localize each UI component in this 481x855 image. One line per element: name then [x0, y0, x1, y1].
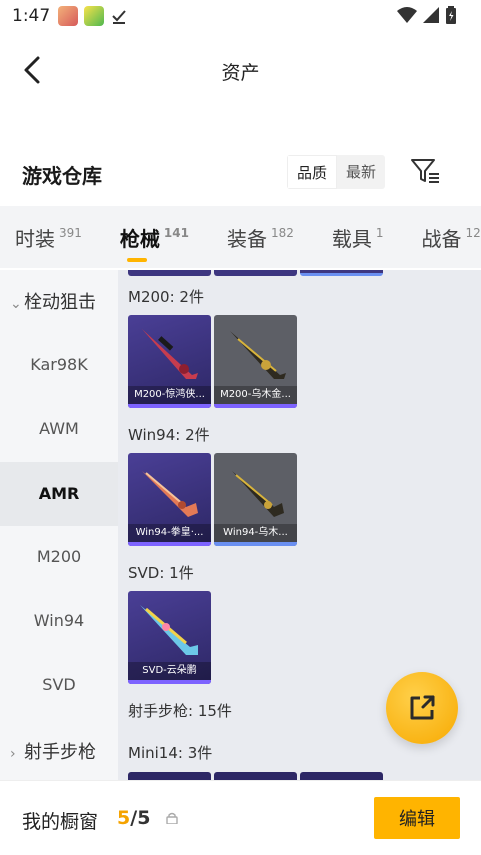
page: 1:47 资产 游戏仓库 品质 最新 时装 391 枪械 141 装备 182 …	[0, 0, 481, 855]
tab-equipment[interactable]: 装备 182	[212, 223, 294, 252]
rarity-bar	[214, 542, 297, 546]
sniper-rifle-icon	[140, 605, 198, 655]
sort-option-newest[interactable]: 最新	[337, 155, 385, 189]
chevron-right-icon: ›	[10, 746, 16, 762]
category-item-selected[interactable]: AMR	[0, 462, 118, 526]
subsection-label: 射手步枪: 15件	[128, 702, 232, 720]
status-time: 1:47	[12, 6, 51, 26]
sniper-rifle-icon	[230, 331, 286, 379]
wifi-icon	[397, 7, 417, 28]
category-item[interactable]: AWM	[0, 414, 118, 444]
category-group-bolt-action[interactable]: ⌄ 栓动狙击	[0, 288, 118, 318]
tab-battle-prep[interactable]: 战备125	[407, 223, 481, 252]
download-done-icon	[110, 7, 128, 25]
category-item[interactable]: Win94	[0, 606, 118, 636]
lever-rifle-icon	[142, 471, 198, 517]
rarity-bar	[128, 680, 211, 684]
lever-rifle-icon	[232, 471, 284, 517]
item-tile[interactable]: M200-惊鸿侠...	[128, 315, 211, 408]
tab-count: 125	[465, 225, 481, 240]
sort-toggle: 品质 最新	[287, 155, 386, 189]
lock-icon	[166, 812, 178, 824]
item-tile-partial[interactable]	[300, 270, 383, 276]
tab-firearms[interactable]: 枪械 141	[105, 223, 189, 262]
group-label: M200: 2件	[128, 288, 204, 306]
tab-count: 141	[163, 225, 189, 240]
tab-fashion[interactable]: 时装 391	[0, 223, 82, 252]
tab-count: 182	[270, 225, 294, 240]
item-tile[interactable]: SVD-云朵鹏	[128, 591, 211, 684]
chevron-down-icon: ⌄	[10, 296, 22, 312]
status-icons	[397, 6, 457, 29]
group-label: Win94: 2件	[128, 426, 210, 444]
item-tile-partial[interactable]	[128, 772, 211, 780]
tab-vehicles[interactable]: 载具 1	[317, 223, 384, 252]
group-label: SVD: 1件	[128, 564, 194, 582]
section-title: 游戏仓库	[22, 164, 102, 188]
sort-option-quality[interactable]: 品质	[287, 155, 338, 189]
battery-icon	[445, 6, 457, 29]
showcase-label: 我的橱窗	[22, 811, 99, 833]
app-header: 资产	[0, 40, 481, 100]
item-tile-partial[interactable]	[128, 270, 211, 276]
rarity-bar	[128, 542, 211, 546]
page-title: 资产	[221, 62, 260, 84]
category-tabs: 时装391 枪械141 装备182 载具1 战备125	[0, 206, 481, 268]
item-tile[interactable]: Win94-拳皇·...	[128, 453, 211, 546]
group-label: Mini14: 3件	[128, 744, 213, 762]
weapon-category-list: ⌄ 栓动狙击 Kar98K AWM AMR M200 Win94 SVD › 射手步…	[0, 270, 118, 780]
notification-app-icon	[58, 6, 79, 26]
item-name: Win94-拳皇·...	[128, 524, 211, 542]
showcase-bar: 我的橱窗 5/5 编辑	[0, 780, 481, 855]
rarity-bar	[128, 404, 211, 408]
tab-count: 391	[59, 225, 82, 240]
category-item[interactable]: SVD	[0, 670, 118, 700]
signal-icon	[423, 7, 439, 28]
category-group-marksman[interactable]: › 射手步枪	[0, 738, 118, 768]
filter-button[interactable]	[408, 154, 442, 188]
item-name: M200-乌木金...	[214, 386, 297, 404]
notification-app-icon	[84, 6, 105, 26]
item-name: M200-惊鸿侠...	[128, 386, 211, 404]
tab-count: 1	[375, 225, 384, 240]
item-name: Win94-乌木...	[214, 524, 297, 542]
item-tile-partial[interactable]	[300, 772, 383, 780]
showcase-count: 5/5	[117, 807, 151, 829]
status-bar: 1:47	[0, 0, 481, 32]
item-tile[interactable]: Win94-乌木...	[214, 453, 297, 546]
tab-active-indicator	[126, 257, 147, 262]
sniper-rifle-icon	[142, 329, 198, 379]
category-item[interactable]: M200	[0, 542, 118, 572]
rarity-bar	[214, 404, 297, 408]
item-tile-partial[interactable]	[214, 270, 297, 276]
share-icon	[410, 695, 435, 720]
share-button[interactable]	[386, 672, 458, 744]
edit-button[interactable]: 编辑	[374, 797, 460, 839]
item-tile[interactable]: M200-乌木金...	[214, 315, 297, 408]
filter-icon	[411, 159, 439, 183]
category-item[interactable]: Kar98K	[0, 350, 118, 380]
item-name: SVD-云朵鹏	[128, 662, 211, 680]
item-tile-partial[interactable]	[214, 772, 297, 780]
